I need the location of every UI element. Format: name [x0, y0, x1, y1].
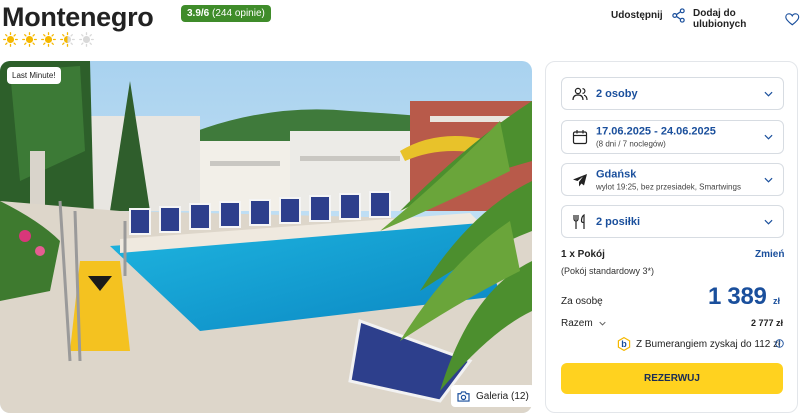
total-toggle[interactable]: Razem [561, 318, 606, 329]
chevron-down-icon [764, 134, 773, 140]
per-person-label: Za osobę [561, 296, 603, 307]
page-title: Montenegro [2, 2, 154, 32]
people-label: 2 osoby [596, 87, 638, 100]
meals-label: 2 posiłki [596, 215, 641, 228]
rating-score: 3.9/6 [187, 8, 210, 19]
dates-duration: (8 dni / 7 noclegów) [596, 139, 666, 149]
svg-text:b: b [621, 339, 627, 349]
room-type: (Pokój standardowy 3*) [561, 266, 655, 276]
change-room-link[interactable]: Zmień [755, 249, 784, 260]
sun-icon [41, 32, 56, 47]
rating-count: (244 opinie) [212, 8, 265, 19]
currency: zł [773, 296, 781, 306]
bumerang-text: Z Bumerangiem zyskaj do 112 zł [636, 338, 781, 350]
room-count: 1 x Pokój [561, 249, 605, 260]
share-button[interactable]: Udostępnij [611, 8, 686, 23]
sun-icon [3, 32, 18, 47]
dates-label: 17.06.2025 - 24.06.2025 [596, 125, 716, 138]
heart-icon [785, 12, 800, 25]
camera-icon [457, 390, 470, 402]
sun-rating [3, 32, 94, 47]
plane-icon [573, 173, 587, 186]
reserve-button[interactable]: REZERWUJ [561, 363, 783, 394]
share-icon [671, 8, 685, 23]
departure-city: Gdańsk [596, 168, 637, 180]
booking-panel: 2 osoby 17.06.2025 - 24.06.2025 (8 dni / … [545, 61, 798, 413]
total-label: Razem [561, 318, 593, 329]
rating-badge: 3.9/6 (244 opinie) [181, 5, 271, 22]
dates-selector[interactable]: 17.06.2025 - 24.06.2025 (8 dni / 7 nocleg… [561, 120, 784, 154]
empty-sun-icon [79, 32, 94, 47]
meals-selector[interactable]: 2 posiłki [561, 205, 784, 238]
add-to-favorites-button[interactable]: Dodaj do ulubionych [693, 8, 800, 30]
cutlery-icon [573, 213, 585, 229]
half-sun-icon [60, 32, 75, 47]
sun-icon [22, 32, 37, 47]
info-icon[interactable] [775, 339, 784, 348]
bumerang-promo: b Z Bumerangiem zyskaj do 112 zł [617, 337, 780, 351]
departure-selector[interactable]: Gdańsk wylot 19:25, bez przesiadek, Smart… [561, 163, 784, 196]
hotel-photo[interactable] [0, 61, 532, 413]
bumerang-logo-icon: b [617, 337, 631, 351]
departure-details: wylot 19:25, bez przesiadek, Smartwings [596, 182, 741, 191]
chevron-down-icon [764, 91, 773, 97]
share-label: Udostępnij [611, 10, 663, 21]
pool-scene [0, 61, 532, 413]
gallery-label: Galeria (12) [476, 390, 529, 402]
last-minute-badge: Last Minute! [7, 67, 61, 84]
people-selector[interactable]: 2 osoby [561, 77, 784, 110]
chevron-down-icon [599, 321, 606, 326]
price-per-person: 1 389 [708, 283, 767, 310]
people-icon [572, 87, 588, 100]
calendar-icon [572, 130, 588, 145]
total-value: 2 777 zł [751, 318, 784, 328]
chevron-down-icon [764, 177, 773, 183]
chevron-down-icon [764, 219, 773, 225]
favorite-label: Dodaj do ulubionych [693, 8, 747, 30]
gallery-button[interactable]: Galeria (12) [451, 385, 535, 407]
